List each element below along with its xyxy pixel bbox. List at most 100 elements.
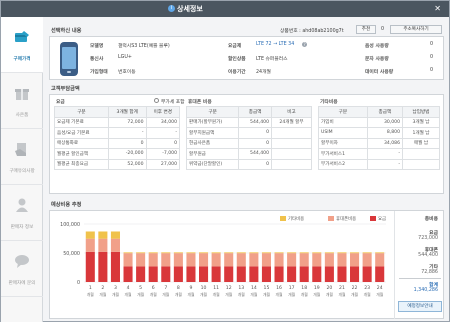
bar-segment[interactable]	[136, 252, 146, 254]
bar-segment[interactable]	[261, 253, 271, 267]
bar-segment[interactable]	[98, 238, 108, 252]
bar-segment[interactable]	[312, 266, 322, 282]
bar-segment[interactable]	[173, 253, 183, 267]
bar-segment[interactable]	[161, 266, 171, 282]
copy-address-button[interactable]: 주소복사하기	[390, 25, 442, 34]
sidebar-item-inquiry[interactable]: 판매자에 문의	[1, 241, 43, 297]
bar-segment[interactable]	[274, 266, 284, 282]
bar-segment[interactable]	[211, 253, 221, 267]
bar-segment[interactable]	[85, 231, 95, 239]
bar-segment[interactable]	[375, 266, 385, 282]
bar-segment[interactable]	[350, 253, 360, 267]
bar-segment[interactable]	[110, 231, 120, 239]
bar-segment[interactable]	[186, 252, 196, 254]
bar-segment[interactable]	[224, 253, 234, 267]
table-row: 부가서비스1-	[318, 148, 440, 160]
bar-segment[interactable]	[161, 252, 171, 254]
bar-segment[interactable]	[123, 253, 133, 267]
bar-segment[interactable]	[249, 266, 259, 282]
bar-segment[interactable]	[173, 252, 183, 254]
estimate-info-button[interactable]: 예정정보안내	[398, 301, 442, 312]
voice-usage-label: 음성 사용량	[365, 44, 389, 49]
close-button[interactable]: ✕	[434, 4, 441, 13]
bar-segment[interactable]	[148, 266, 158, 282]
bar-segment[interactable]	[148, 253, 158, 267]
bar-segment[interactable]	[199, 252, 209, 254]
bar-segment[interactable]	[249, 253, 259, 267]
bar-segment[interactable]	[375, 252, 385, 254]
recommend-button[interactable]: 추천	[356, 25, 376, 34]
bar-segment[interactable]	[211, 252, 221, 254]
bar-segment[interactable]	[85, 238, 95, 252]
table-cell: 월평균 최종요금	[54, 158, 109, 170]
bar-segment[interactable]	[98, 231, 108, 239]
table-header-row: 구분 3개월 합계 이후 변경	[54, 106, 180, 118]
bar-segment[interactable]	[324, 266, 334, 282]
table-cell: 0	[238, 137, 273, 149]
bar-segment[interactable]	[350, 252, 360, 254]
bar-segment[interactable]	[236, 253, 246, 267]
bar-segment[interactable]	[261, 266, 271, 282]
bar-segment[interactable]	[362, 252, 372, 254]
bar-segment[interactable]	[324, 252, 334, 254]
bar-segment[interactable]	[136, 253, 146, 267]
x-tick-unit: 개월	[288, 292, 295, 297]
bar-segment[interactable]	[161, 253, 171, 267]
bar-segment[interactable]	[136, 266, 146, 282]
bar-segment[interactable]	[287, 266, 297, 282]
sidebar-item-gift[interactable]: 사은품	[1, 73, 43, 129]
bar-segment[interactable]	[299, 253, 309, 267]
column-header: 구분	[185, 106, 240, 118]
bar-segment[interactable]	[186, 266, 196, 282]
sidebar-item-seller[interactable]: 판매자 정보	[1, 185, 43, 241]
bar-segment[interactable]	[375, 253, 385, 267]
bar-segment[interactable]	[274, 253, 284, 267]
model-value: 갤럭시S3 LTE(예쁠 블루)	[118, 44, 170, 49]
x-tick-unit: 개월	[351, 292, 358, 297]
x-tick-label: 1	[89, 285, 92, 291]
bar-segment[interactable]	[236, 252, 246, 254]
bar-segment[interactable]	[98, 251, 108, 282]
table-row: 할부지원금액 0	[185, 127, 312, 139]
x-tick-unit: 개월	[162, 292, 169, 297]
product-code: 상품번호 : ahd08ab2100g7t	[280, 29, 344, 34]
other-cost-title: 기타비용	[320, 100, 338, 105]
sidebar-item-notice[interactable]: 구매유의사항	[1, 129, 43, 185]
bar-segment[interactable]	[224, 252, 234, 254]
bar-segment[interactable]	[337, 266, 347, 282]
bar-segment[interactable]	[110, 238, 120, 252]
bar-segment[interactable]	[85, 251, 95, 282]
bar-segment[interactable]	[199, 253, 209, 267]
sidebar-item-price[interactable]: 구매가격	[1, 17, 43, 73]
bar-segment[interactable]	[287, 252, 297, 254]
bar-segment[interactable]	[274, 252, 284, 254]
seller-person-icon	[16, 198, 28, 212]
bar-segment[interactable]	[337, 252, 347, 254]
bar-segment[interactable]	[148, 252, 158, 254]
bar-segment[interactable]	[299, 252, 309, 254]
bar-segment[interactable]	[324, 253, 334, 267]
bar-segment[interactable]	[110, 251, 120, 282]
bar-segment[interactable]	[287, 253, 297, 267]
sms-usage-value: 0	[430, 55, 434, 60]
table-cell: 0	[238, 158, 273, 170]
bar-segment[interactable]	[312, 253, 322, 267]
bar-segment[interactable]	[299, 266, 309, 282]
vat-radio[interactable]	[154, 98, 159, 103]
bar-segment[interactable]	[362, 253, 372, 267]
help-icon[interactable]: ?	[302, 42, 307, 47]
bar-segment[interactable]	[350, 266, 360, 282]
bar-segment[interactable]	[224, 266, 234, 282]
bar-segment[interactable]	[312, 252, 322, 254]
bar-segment[interactable]	[123, 266, 133, 282]
bar-segment[interactable]	[261, 252, 271, 254]
bar-segment[interactable]	[211, 266, 221, 282]
bar-segment[interactable]	[186, 253, 196, 267]
bar-segment[interactable]	[173, 266, 183, 282]
bar-segment[interactable]	[199, 266, 209, 282]
bar-segment[interactable]	[337, 253, 347, 267]
bar-segment[interactable]	[249, 252, 259, 254]
bar-segment[interactable]	[362, 266, 372, 282]
bar-segment[interactable]	[236, 266, 246, 282]
bar-segment[interactable]	[123, 252, 133, 254]
